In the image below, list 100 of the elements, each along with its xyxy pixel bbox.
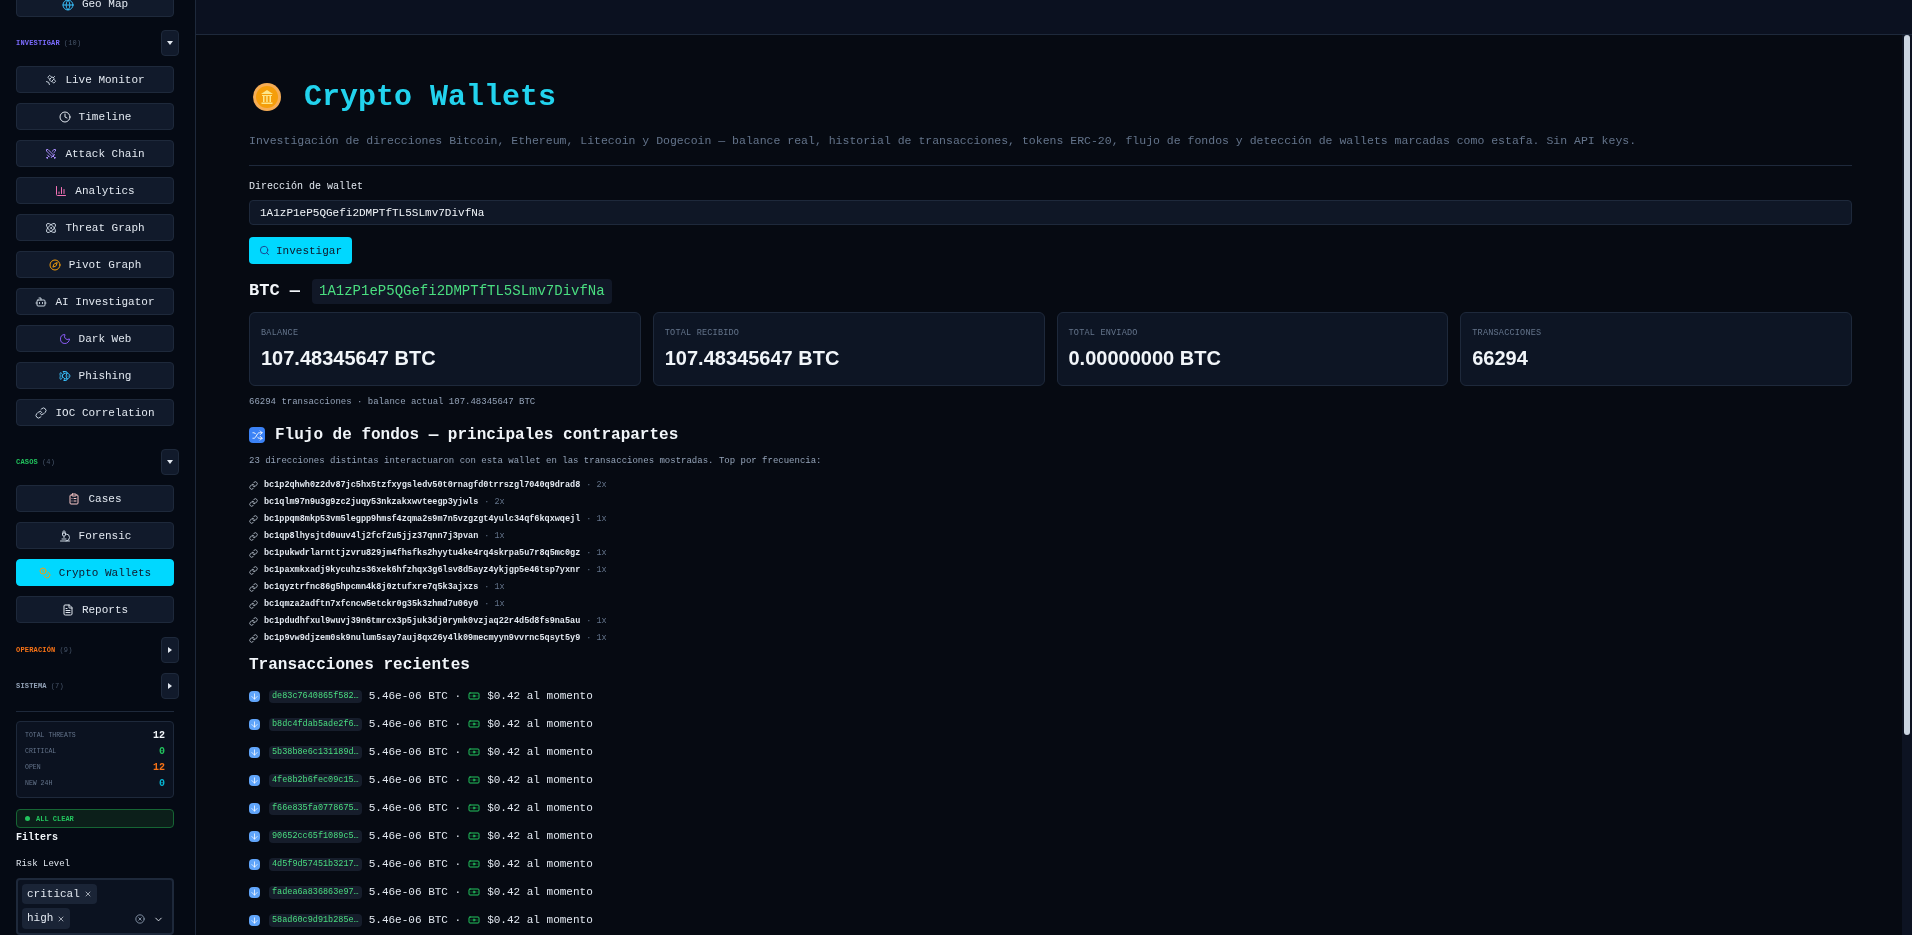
counterparty-address[interactable]: bc1p9vw9djzem0sk9nulum5say7auj8qx26y4lk09mecmyyn9vvrnc5qsyt5y9 bbox=[264, 631, 581, 645]
nav-icon bbox=[58, 370, 71, 382]
section-toggle[interactable] bbox=[161, 30, 179, 57]
counterparty-address[interactable]: bc1qlm97n9u3g9zc2juqy53nkzakxwvteegp3yjwls bbox=[264, 495, 479, 509]
card-value: 107.48345647 BTC bbox=[664, 345, 841, 371]
nav-button[interactable]: AI Investigator bbox=[16, 288, 174, 316]
counterparty-address[interactable]: bc1qmza2adftn7xfcncw5etckr0g35k3zhmd7u06y0 bbox=[264, 597, 479, 611]
section-toggle[interactable] bbox=[161, 673, 179, 700]
clear-icon[interactable] bbox=[135, 914, 145, 925]
tx-amount: 5.46e-06 BTC · bbox=[368, 829, 462, 844]
incoming-arrow-icon bbox=[249, 746, 260, 758]
nav-button[interactable]: Phishing bbox=[16, 362, 174, 390]
nav-icon bbox=[38, 567, 51, 579]
incoming-arrow-icon bbox=[249, 802, 260, 814]
nav-button[interactable]: Forensic bbox=[16, 522, 174, 550]
card-label: TRANSACCIONES bbox=[1472, 326, 1543, 340]
counterparty-address[interactable]: bc1pdudhfxul9wuvj39n6tmrcx3p5juk3dj0rymk0vzjaq22r4d5d8fs9na5au bbox=[264, 614, 581, 628]
counterparty-address[interactable]: bc1p2qhwh0z2dv87jc5hx5tzfxygsledv50t0rnagfd0trrszgl7040q9drad8 bbox=[264, 478, 581, 492]
incoming-arrow-icon bbox=[249, 914, 260, 926]
counterparty-address[interactable]: bc1paxmkxadj9kycuhzs36xek6hfzhqx3g6lsv8d5ayz4ykjgp5e46tsp7yxnr bbox=[264, 563, 581, 577]
wallet-input[interactable]: 1A1zP1eP5QGefi2DMPTfTL5SLmv7DivfNa bbox=[249, 200, 1852, 226]
nav-button[interactable]: Attack Chain bbox=[16, 140, 174, 168]
nav-icon bbox=[58, 530, 71, 542]
tx-value: $0.42 al momento bbox=[487, 717, 593, 732]
section-toggle[interactable] bbox=[161, 449, 179, 476]
counterparty-address[interactable]: bc1pukwdrlarnttjzvru829jm4fhsfks2hyytu4ke4rq4skrpa5u7r8q5mc0gz bbox=[264, 546, 581, 560]
link-icon bbox=[249, 514, 258, 524]
card-label: BALANCE bbox=[261, 326, 300, 340]
nav-button[interactable]: Pivot Graph bbox=[16, 251, 174, 279]
field-label: Dirección de wallet bbox=[249, 180, 365, 195]
link-icon bbox=[249, 616, 258, 626]
nav-icon bbox=[48, 259, 61, 271]
tx-hash[interactable]: 90652cc65f1089c5… bbox=[269, 829, 362, 843]
tx-hash[interactable]: 4d5f9d57451b3217… bbox=[269, 857, 362, 871]
banknote-icon bbox=[468, 774, 481, 787]
stat-value: 0 bbox=[159, 777, 165, 792]
nav-button[interactable]: Cases bbox=[16, 485, 174, 513]
nav-button[interactable]: Analytics bbox=[16, 177, 174, 205]
tx-amount: 5.46e-06 BTC · bbox=[368, 717, 462, 732]
tx-hash[interactable]: 4fe8b2b6fec09c15… bbox=[269, 773, 362, 787]
incoming-arrow-icon bbox=[249, 830, 260, 842]
scrollbar[interactable] bbox=[1902, 35, 1912, 935]
nav-button[interactable]: Reports bbox=[16, 596, 174, 624]
filters-title: Filters bbox=[16, 831, 59, 846]
tx-hash[interactable]: 58ad60c9d91b285e… bbox=[269, 913, 362, 927]
tx-value: $0.42 al momento bbox=[487, 689, 593, 704]
tx-amount: 5.46e-06 BTC · bbox=[368, 773, 462, 788]
nav-icon bbox=[35, 407, 48, 419]
tx-amount: 5.46e-06 BTC · bbox=[368, 857, 462, 872]
counterparty-count: · 1x bbox=[484, 597, 505, 611]
nav-icon bbox=[45, 148, 58, 160]
section-toggle[interactable] bbox=[161, 637, 179, 664]
tx-hash[interactable]: f66e835fa0778675… bbox=[269, 801, 362, 815]
counterparty-address[interactable]: bc1qyztrfnc86g5hpcmn4k8j0ztufxre7q5k3ajxzs bbox=[264, 580, 479, 594]
card-value: 66294 bbox=[1472, 345, 1529, 371]
incoming-arrow-icon bbox=[249, 886, 260, 898]
shuffle-icon bbox=[249, 427, 265, 444]
counterparty-address[interactable]: bc1qp8lhysjtd0uuv4lj2fcf2u5jjz37qnn7j3pvan bbox=[264, 529, 479, 543]
card-label: TOTAL ENVIADO bbox=[1068, 326, 1139, 340]
nav-button[interactable]: Timeline bbox=[16, 103, 174, 131]
tx-amount: 5.46e-06 BTC · bbox=[368, 913, 462, 928]
counterparty-count: · 2x bbox=[586, 478, 607, 492]
counterparty-count: · 1x bbox=[586, 512, 607, 526]
risk-level-label: Risk Level bbox=[16, 858, 71, 872]
counterparty-count: · 2x bbox=[484, 495, 505, 509]
tx-hash[interactable]: fadea6a836863e97… bbox=[269, 885, 362, 899]
nav-button[interactable]: Crypto Wallets bbox=[16, 559, 174, 587]
link-icon bbox=[249, 582, 258, 592]
nav-button[interactable]: Threat Graph bbox=[16, 214, 174, 242]
tx-hash[interactable]: de83c7640865f582… bbox=[269, 689, 362, 703]
incoming-arrow-icon bbox=[249, 690, 260, 702]
caret-right-icon bbox=[167, 683, 173, 690]
summary-text: 66294 transacciones · balance actual 107.48345647 BTC bbox=[249, 395, 537, 409]
nav-button[interactable]: Dark Web bbox=[16, 325, 174, 353]
flow-description: 23 direcciones distintas interactuaron con esta wallet en las transacciones mostradas. Top por frecuencia: bbox=[249, 455, 823, 469]
tx-value: $0.42 al momento bbox=[487, 829, 593, 844]
tx-hash[interactable]: b8dc4fdab5ade2f6… bbox=[269, 717, 362, 731]
link-icon bbox=[249, 548, 258, 558]
tx-value: $0.42 al momento bbox=[487, 885, 593, 900]
counterparty-address[interactable]: bc1ppqm8mkp53vm5legpp9hmsf4zqma2s9m7n5vzgzgt4yulc34qf6kqxwqejl bbox=[264, 512, 581, 526]
nav-icon bbox=[35, 296, 48, 308]
nav-button[interactable]: IOC Correlation bbox=[16, 399, 174, 427]
filter-chip[interactable]: critical bbox=[22, 884, 97, 905]
stat-value: 0 bbox=[159, 745, 165, 760]
counterparty-count: · 1x bbox=[484, 580, 505, 594]
nav-icon bbox=[58, 111, 71, 123]
tx-hash[interactable]: 5b38b8e6c131189d… bbox=[269, 745, 362, 759]
filter-chip[interactable]: high bbox=[22, 908, 71, 929]
nav-button[interactable]: Geo Map bbox=[16, 0, 174, 18]
incoming-arrow-icon bbox=[249, 774, 260, 786]
nav-icon bbox=[45, 222, 58, 234]
nav-button[interactable]: Live Monitor bbox=[16, 66, 174, 94]
risk-level-select[interactable]: critical high bbox=[16, 877, 174, 935]
tx-value: $0.42 al momento bbox=[487, 801, 593, 816]
link-icon bbox=[249, 497, 258, 507]
card-label: TOTAL RECIBIDO bbox=[664, 326, 741, 340]
banknote-icon bbox=[468, 718, 481, 731]
banknote-icon bbox=[468, 830, 481, 843]
investigate-button[interactable]: Investigar bbox=[249, 237, 352, 265]
link-icon bbox=[249, 480, 258, 490]
